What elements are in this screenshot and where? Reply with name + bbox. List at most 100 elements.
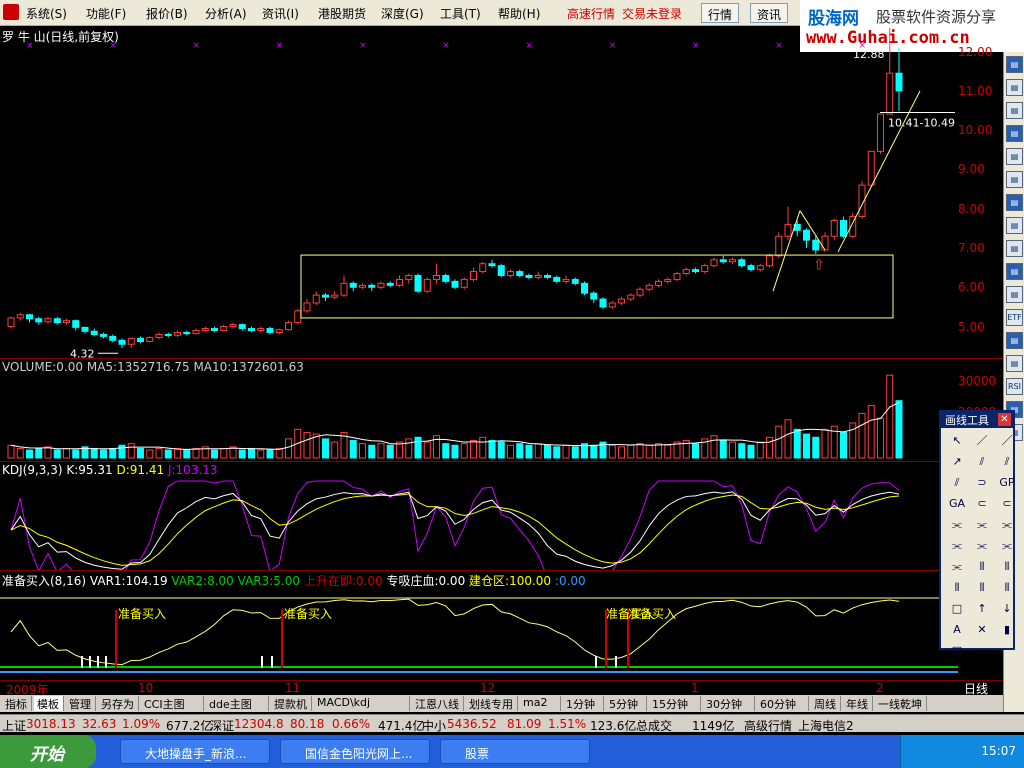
indicator-tab[interactable]: 5分钟 [606, 696, 647, 711]
right-toolbar-button[interactable]: ▤ [1006, 194, 1023, 211]
task-button[interactable]: 股票 [440, 739, 590, 764]
drawing-tool-button[interactable]: A [946, 621, 968, 639]
drawing-tool-button[interactable]: ⫴ [996, 558, 1018, 576]
candle-body [359, 284, 366, 288]
drawing-tool-button[interactable]: ⫘ [946, 537, 968, 555]
right-toolbar-button[interactable]: ETF [1006, 309, 1023, 326]
drawing-tool-button[interactable]: ⫴ [946, 579, 968, 597]
drawing-tool-button[interactable]: ⫘ [971, 537, 993, 555]
indicator-tab[interactable]: 一线乾坤 [875, 696, 927, 711]
drawing-tool-button[interactable]: ⫽ [946, 474, 968, 492]
drawing-tool-button[interactable]: ⊂ [996, 495, 1018, 513]
indicator-tab[interactable]: 30分钟 [703, 696, 755, 711]
drawing-tool-button[interactable]: ⫽ [996, 453, 1018, 471]
right-toolbar-button[interactable]: ▤ [1006, 355, 1023, 372]
volume-bar [146, 449, 154, 459]
candle-body [423, 278, 431, 292]
task-button[interactable]: 大地操盘手_新浪... [120, 739, 270, 764]
right-toolbar-button[interactable]: ▤ [1006, 286, 1023, 303]
drawing-tool-button[interactable]: ⫽ [971, 453, 993, 471]
indicator-tab[interactable]: 1分钟 [563, 696, 604, 711]
menu-help[interactable]: 帮助(H) [498, 5, 540, 22]
drawing-tool-button[interactable]: □ [946, 600, 968, 618]
right-toolbar-button[interactable]: ▤ [1006, 217, 1023, 234]
fast-quote-status[interactable]: 高速行情 [567, 5, 615, 22]
volume-bar [756, 441, 764, 459]
indicator-tab[interactable]: 划线专用 [466, 696, 518, 711]
drawing-tool-button[interactable]: ⫘ [996, 537, 1018, 555]
indicator-tab[interactable]: 模板 [34, 696, 64, 711]
right-toolbar-button[interactable]: ▤ [1006, 102, 1023, 119]
right-toolbar-button[interactable]: ▤ [1006, 79, 1023, 96]
drawing-tool-button[interactable]: ↓ [996, 600, 1018, 618]
right-toolbar-button[interactable]: ▤ [1006, 263, 1023, 280]
drawing-tool-button[interactable]: ▤ [946, 642, 968, 660]
right-toolbar-button[interactable]: ▤ [1006, 125, 1023, 142]
server-name[interactable]: 高级行情_上海电信2 [744, 717, 854, 734]
indicator-tab[interactable]: dde主图 [206, 696, 269, 711]
price-chart[interactable]: × × × × × × × × × × ×4.3210.41-10.4912.88⇧ [0, 28, 958, 358]
indicator-tab[interactable]: ma2 [520, 696, 561, 711]
start-button[interactable]: 开始 [0, 735, 96, 768]
candle-body [155, 333, 163, 339]
menu-function[interactable]: 功能(F) [86, 5, 126, 22]
drawing-tool-button[interactable]: ⫘ [946, 516, 968, 534]
drawing-tool-button[interactable]: ⊃ [971, 474, 993, 492]
indicator-tab[interactable]: 周线 [811, 696, 841, 711]
drawing-tool-button[interactable]: ✕ [971, 621, 993, 639]
drawing-tool-button[interactable]: ↖ [946, 432, 968, 450]
drawing-tool-button[interactable]: ／ [971, 432, 993, 450]
menu-quote[interactable]: 报价(B) [146, 5, 188, 22]
indicator-tab[interactable]: 15分钟 [649, 696, 701, 711]
drawing-tool-button[interactable]: ↑ [971, 600, 993, 618]
volume-bar [793, 428, 801, 459]
menu-tools[interactable]: 工具(T) [440, 5, 481, 22]
indicator-tab[interactable]: 年线 [843, 696, 873, 711]
drawing-tool-button[interactable]: ⫴ [971, 558, 993, 576]
drawing-tool-button[interactable]: GP [996, 474, 1018, 492]
menu-news[interactable]: 资讯(I) [262, 5, 299, 22]
candle-body [627, 294, 635, 300]
indicator-tab[interactable]: MACD\kdj [314, 696, 410, 711]
trade-login-status[interactable]: 交易未登录 [622, 5, 682, 22]
right-toolbar-button[interactable]: RSI [1006, 378, 1023, 395]
indicator-tab[interactable]: 管理 [66, 696, 96, 711]
drawing-tool-button[interactable]: ⫴ [971, 579, 993, 597]
right-toolbar-button[interactable]: ▤ [1006, 332, 1023, 349]
zb-chart[interactable] [0, 588, 958, 680]
indicator-tab[interactable]: 指标 [2, 696, 32, 711]
volume-bar [645, 444, 653, 459]
drawing-tool-button[interactable]: ⫘ [971, 516, 993, 534]
task-button[interactable]: 国信金色阳光网上... [280, 739, 430, 764]
menu-hk-futures[interactable]: 港股期货 [318, 5, 366, 22]
drawing-tool-button[interactable]: ⊂ [971, 495, 993, 513]
menu-system[interactable]: 系统(S) [26, 5, 67, 22]
indicator-tab[interactable]: 60分钟 [757, 696, 809, 711]
market-button[interactable]: 行情 [701, 3, 740, 23]
right-toolbar-button[interactable]: ▤ [1006, 171, 1023, 188]
close-icon[interactable]: ✕ [998, 413, 1011, 426]
news-button[interactable]: 资讯 [750, 3, 789, 23]
volume-bar [359, 443, 366, 459]
right-toolbar-button[interactable]: ▤ [1006, 148, 1023, 165]
menu-analysis[interactable]: 分析(A) [205, 5, 247, 22]
drawing-tool-button[interactable]: GA [946, 495, 968, 513]
volume-bar [322, 438, 329, 459]
candle-body [377, 282, 385, 288]
indicator-tab[interactable]: 提款机 [271, 696, 312, 711]
drawing-tool-button[interactable]: ▮ [996, 621, 1018, 639]
right-toolbar-button[interactable]: ▤ [1006, 56, 1023, 73]
drawing-tool-button[interactable]: ⫘ [946, 558, 968, 576]
drawing-tool-button[interactable]: ⫴ [996, 579, 1018, 597]
menu-depth[interactable]: 深度(G) [381, 5, 424, 22]
indicator-tab[interactable]: CCI主图 [141, 696, 204, 711]
right-toolbar-button[interactable]: ▤ [1006, 240, 1023, 257]
drawing-tool-button[interactable]: ／ [996, 432, 1018, 450]
indicator-tab[interactable]: 江恩八线 [412, 696, 464, 711]
drawing-tools-title-bar[interactable]: 画线工具 ✕ [941, 412, 1013, 428]
indicator-tab[interactable]: 另存为 [98, 696, 139, 711]
drawing-tool-button[interactable]: ↗ [946, 453, 968, 471]
kdj-chart[interactable] [0, 476, 958, 571]
volume-chart[interactable] [0, 372, 958, 460]
drawing-tool-button[interactable]: ⫘ [996, 516, 1018, 534]
